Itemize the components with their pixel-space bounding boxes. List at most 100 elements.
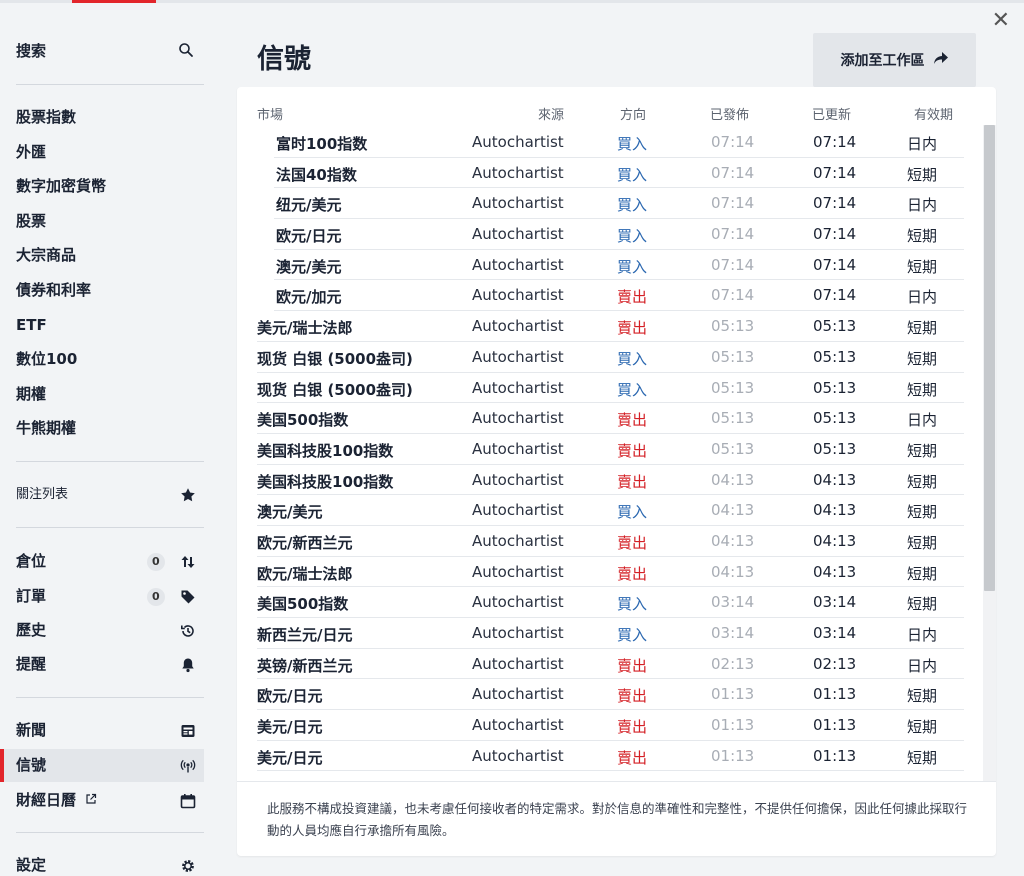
market-cell: 欧元/日元 [276, 227, 342, 246]
sidebar-item-market[interactable]: ETF [16, 314, 204, 336]
validity-cell: 日内 [906, 411, 937, 430]
table-row[interactable]: 新西兰元/日元 Autochartist 買入 03:14 03:14 日内 [237, 618, 977, 649]
sidebar-item-label: 訂單 [16, 587, 47, 605]
table-row[interactable]: 美国科技股100指数 Autochartist 賣出 05:13 05:13 短期 [237, 434, 977, 465]
market-cell: 欧元/新西兰元 [257, 533, 353, 552]
published-cell: 01:13 [711, 685, 755, 704]
source-cell: Autochartist [472, 439, 564, 458]
header-published[interactable]: 已發佈 [710, 104, 749, 123]
sidebar: 搜索 股票指數外匯數字加密貨幣 股票大宗商品債券和利率 ETF 數位100 期權牛熊期權… [0, 0, 205, 876]
sidebar-item-market[interactable]: 數位100 [16, 348, 204, 370]
validity-cell: 短期 [906, 257, 937, 276]
table-row[interactable]: 现货 白银 (5000盎司) Autochartist 買入 05:13 05:13 短期 [237, 373, 977, 404]
table-row[interactable]: 美元/日元 Autochartist 賣出 01:13 01:13 短期 [237, 741, 977, 772]
header-market[interactable]: 市場 [257, 104, 283, 123]
search-label: 搜索 [16, 42, 47, 60]
validity-cell: 短期 [906, 472, 937, 491]
header-updated[interactable]: 已更新 [812, 104, 851, 123]
add-to-workspace-button[interactable]: 添加至工作區 [813, 33, 976, 87]
published-cell: 01:13 [711, 716, 755, 735]
table-row[interactable]: 富时100指数 Autochartist 買入 07:14 07:14 日内 [237, 127, 977, 158]
search-icon[interactable] [178, 40, 194, 58]
sidebar-item-market[interactable]: 股票 [16, 210, 204, 232]
sidebar-item-market[interactable]: 期權 [16, 383, 204, 405]
table-row[interactable]: 现货 白银 (5000盎司) Autochartist 買入 05:13 05:13 短期 [237, 342, 977, 373]
table-row[interactable]: 美国科技股100指数 Autochartist 賣出 04:13 04:13 短期 [237, 465, 977, 496]
table-row[interactable]: 欧元/日元 Autochartist 賣出 01:13 01:13 短期 [237, 679, 977, 711]
sidebar-item-alerts[interactable]: 提醒 [16, 653, 204, 675]
published-cell: 05:13 [711, 317, 755, 336]
sidebar-item-history[interactable]: 歷史 [16, 619, 204, 641]
published-cell: 07:14 [711, 194, 755, 213]
header-direction[interactable]: 方向 [620, 104, 646, 123]
source-cell: Autochartist [472, 133, 564, 151]
sidebar-item-market[interactable]: 數字加密貨幣 [16, 175, 204, 197]
market-cell: 美元/日元 [257, 748, 323, 767]
direction-cell: 賣出 [617, 564, 648, 583]
sidebar-item-news[interactable]: 新聞 [16, 719, 204, 741]
validity-cell: 短期 [906, 227, 937, 246]
sidebar-item-calendar[interactable]: 財經日曆 [16, 789, 204, 811]
sidebar-item-market[interactable]: 債券和利率 [16, 279, 204, 301]
table-row[interactable]: 欧元/新西兰元 Autochartist 賣出 04:13 04:13 短期 [237, 526, 977, 557]
sidebar-item-label: ETF [16, 315, 47, 334]
gear-icon [180, 854, 196, 876]
source-cell: Autochartist [472, 685, 564, 704]
sidebar-item-market[interactable]: 外匯 [16, 141, 204, 163]
market-cell: 富时100指数 [276, 135, 368, 153]
direction-cell: 賣出 [617, 319, 648, 338]
table-row[interactable]: 美元/瑞士法郎 Autochartist 賣出 05:13 05:13 短期 [237, 311, 977, 342]
source-cell: Autochartist [472, 225, 564, 244]
table-row[interactable]: 澳元/美元 Autochartist 買入 04:13 04:13 短期 [237, 495, 977, 526]
sidebar-divider [16, 832, 204, 833]
sidebar-item-label: 關注列表 [16, 487, 69, 502]
close-icon[interactable]: ✕ [992, 10, 1010, 32]
table-row[interactable]: 欧元/日元 Autochartist 買入 07:14 07:14 短期 [237, 219, 977, 250]
updated-cell: 04:13 [813, 531, 857, 550]
header-source[interactable]: 來源 [538, 104, 564, 123]
source-cell: Autochartist [472, 716, 564, 735]
validity-cell: 短期 [906, 533, 937, 552]
table-header: 市場 來源 方向 已發佈 已更新 有效期 [237, 104, 977, 124]
sidebar-item-positions[interactable]: 倉位 0 [16, 550, 204, 572]
sidebar-item-market[interactable]: 大宗商品 [16, 244, 204, 266]
market-cell: 新西兰元/日元 [257, 626, 353, 644]
sidebar-item-settings[interactable]: 設定 [16, 854, 204, 876]
sidebar-item-market[interactable]: 牛熊期權 [16, 417, 204, 439]
table-row[interactable]: 法国40指数 Autochartist 買入 07:14 07:14 短期 [237, 158, 977, 189]
sidebar-search[interactable]: 搜索 [16, 40, 204, 62]
sidebar-item-market[interactable]: 股票指數 [16, 106, 204, 128]
validity-cell: 短期 [906, 748, 937, 767]
sidebar-item-signals-content[interactable]: 信號 [16, 754, 204, 776]
header-validity[interactable]: 有效期 [914, 104, 953, 123]
table-row[interactable]: 美国500指数 Autochartist 買入 03:14 03:14 短期 [237, 587, 977, 618]
sidebar-divider [16, 527, 204, 528]
updated-cell: 01:13 [813, 746, 857, 765]
table-row[interactable]: 欧元/加元 Autochartist 賣出 07:14 07:14 日内 [237, 280, 977, 312]
sidebar-divider [16, 84, 204, 85]
validity-cell: 日内 [906, 626, 937, 644]
scrollbar-thumb[interactable] [984, 125, 995, 591]
table-scrollbar[interactable] [983, 125, 996, 781]
table-row[interactable]: 欧元/瑞士法郎 Autochartist 賣出 04:13 04:13 短期 [237, 557, 977, 588]
row-divider [257, 770, 964, 772]
validity-cell: 短期 [906, 595, 937, 614]
disclaimer-text: 此服務不構成投資建議，也未考慮任何接收者的特定需求。對於信息的準確性和完整性，不… [267, 801, 968, 838]
add-to-workspace-label: 添加至工作區 [840, 53, 925, 69]
source-cell: Autochartist [472, 317, 564, 336]
validity-cell: 短期 [906, 349, 937, 368]
source-cell: Autochartist [472, 746, 564, 765]
table-row[interactable]: 澳元/美元 Autochartist 買入 07:14 07:14 短期 [237, 250, 977, 281]
table-row[interactable]: 纽元/美元 Autochartist 買入 07:14 07:14 日内 [237, 188, 977, 220]
sidebar-item-label: 信號 [16, 756, 47, 774]
table-row[interactable]: 美国500指数 Autochartist 賣出 05:13 05:13 日内 [237, 403, 977, 434]
sidebar-item-orders[interactable]: 訂單 0 [16, 585, 204, 607]
updated-cell: 07:14 [813, 194, 857, 213]
table-row[interactable]: 英镑/新西兰元 Autochartist 賣出 02:13 02:13 日内 [237, 649, 977, 680]
table-row[interactable]: 美元/日元 Autochartist 賣出 01:13 01:13 短期 [237, 710, 977, 741]
updated-cell: 07:14 [813, 286, 857, 305]
validity-cell: 日内 [906, 196, 937, 215]
tag-icon [180, 587, 196, 605]
sidebar-item-watchlist[interactable]: 關注列表 [16, 484, 204, 506]
sidebar-item-label: 牛熊期權 [16, 419, 77, 438]
